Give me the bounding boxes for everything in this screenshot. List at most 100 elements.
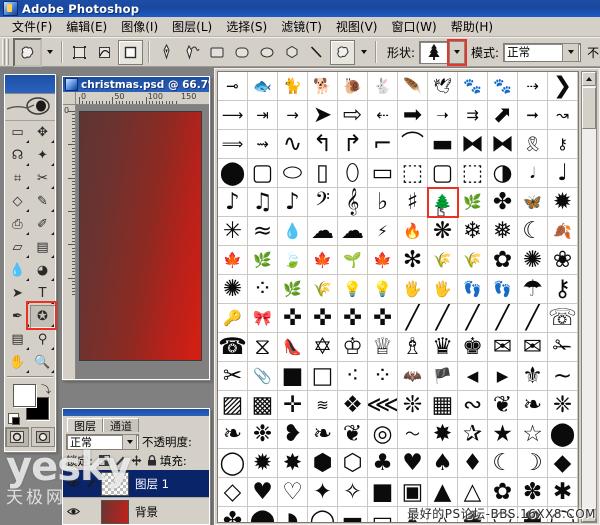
shape-cell-branch-shape[interactable]: 🌾 — [458, 246, 488, 275]
shape-cell-key-2-shape[interactable]: 🔑 — [218, 304, 248, 333]
shape-cell-heart-outline-shape[interactable]: ♡ — [278, 478, 308, 507]
shape-cell-umbrella-shape[interactable]: ☂ — [518, 275, 548, 304]
tool-path-selection-tool-icon[interactable]: ➤ — [5, 282, 30, 305]
shape-cell-award-ribbon-shape[interactable]: 🎗 — [518, 130, 548, 159]
menu-item-help[interactable]: 帮助(H) — [444, 16, 500, 37]
shape-cell-wave-arrow-shape[interactable]: ↝ — [548, 101, 578, 130]
shape-cell-dotted-frame-shape[interactable]: ⬚ — [458, 159, 488, 188]
shape-cell-sun-filled-shape[interactable]: ✹ — [248, 449, 278, 478]
tool-crop-tool-icon[interactable]: ⌗ — [5, 167, 30, 190]
shape-cell-leaf-1-shape[interactable]: 🌿 — [248, 246, 278, 275]
shape-cell-bird-shape[interactable]: 🕊 — [428, 72, 458, 101]
shape-cell-footprint-right-shape[interactable]: 👣 — [488, 275, 518, 304]
shape-cell-dashed-frame-shape[interactable]: ⬚ — [398, 159, 428, 188]
shape-cell-triangle-outline-shape[interactable]: △ — [458, 478, 488, 507]
shape-cell-splatter-shape[interactable]: ⁖ — [338, 362, 368, 391]
shape-cell-ornament-diamond-shape[interactable]: ❖ — [338, 391, 368, 420]
shape-cell-flower-1-shape[interactable]: ✻ — [398, 246, 428, 275]
shape-cell-bass-clef-shape[interactable]: 𝄢 — [308, 188, 338, 217]
line-tool-button[interactable] — [305, 41, 328, 64]
shape-picker-dropdown[interactable] — [447, 38, 468, 66]
shape-cell-footprint-left-shape[interactable]: 👣 — [458, 275, 488, 304]
shape-cell-vine-shape[interactable]: ❧ — [518, 391, 548, 420]
shape-cell-octagon-outline-shape[interactable]: ◯ — [548, 507, 578, 522]
shape-cell-pentagon-arrow-shape[interactable]: ⬈ — [488, 101, 518, 130]
layer-row[interactable]: 背景 — [63, 498, 209, 524]
shape-cell-half-note-shape[interactable]: ♩ — [548, 159, 578, 188]
menu-item-select[interactable]: 选择(S) — [219, 16, 274, 37]
shape-cell-scissors-1-shape[interactable]: ✁ — [548, 333, 578, 362]
shape-cell-high-heel-shape[interactable]: 👠 — [278, 333, 308, 362]
layers-palette-title-bar[interactable] — [63, 409, 209, 416]
shape-cell-solid-triangle-arrow-shape[interactable]: ➤ — [308, 101, 338, 130]
shape-cell-blob-filled-shape[interactable]: ✿ — [488, 478, 518, 507]
tool-custom-shape-tool-icon[interactable]: ✪ — [26, 301, 57, 330]
shape-cell-eighth-note-2-shape[interactable]: ♪ — [278, 188, 308, 217]
shape-swatch[interactable] — [419, 40, 449, 64]
shape-cell-diamond-small-shape[interactable]: ◆ — [548, 449, 578, 478]
eye-icon[interactable] — [65, 507, 81, 516]
shape-cell-feather-shape[interactable]: 🪶 — [398, 72, 428, 101]
shape-cell-tree-shape[interactable]: 🌲 — [427, 187, 459, 218]
shape-cell-leaf-4-shape[interactable]: 🌱 — [338, 246, 368, 275]
pen-tool-button[interactable] — [155, 41, 178, 64]
shape-cell-ornament-tile-2-shape[interactable]: ▩ — [248, 391, 278, 420]
shape-cell-arrow-right-2-shape[interactable]: ⟹ — [218, 130, 248, 159]
tool-brush-tool-icon[interactable]: ✎ — [30, 190, 55, 213]
shape-cell-paw-print-2-shape[interactable]: 🐾 — [488, 72, 518, 101]
shape-cell-quarter-note-shape[interactable]: 𝅘𝅥 — [518, 159, 548, 188]
shape-cell-block-arrow-shape[interactable]: ➡ — [398, 101, 428, 130]
shape-picker-scrollbar[interactable] — [581, 71, 597, 523]
shape-cell-scalloped-circle-outline-shape[interactable]: ◯ — [218, 449, 248, 478]
horizontal-ruler[interactable]: 0 50 100 150 — [76, 92, 209, 105]
shape-cell-ornament-tile-1-shape[interactable]: ▨ — [218, 391, 248, 420]
shape-cell-star-outline-burst-shape[interactable]: ✰ — [458, 420, 488, 449]
shape-cell-rect-frame-shape[interactable]: ▯ — [308, 159, 338, 188]
shape-layers-button[interactable] — [68, 41, 91, 64]
shape-cell-waves-shape[interactable]: ≈ — [248, 217, 278, 246]
shape-cell-thin-arrow-shape[interactable]: ⇢ — [518, 72, 548, 101]
tool-clone-stamp-tool-icon[interactable]: ⎙ — [5, 213, 30, 236]
shape-cell-leaf-2-shape[interactable]: 🍃 — [278, 246, 308, 275]
shape-cell-rect-outline-shape[interactable]: ▭ — [368, 507, 398, 522]
tool-history-brush-tool-icon[interactable]: ✐ — [30, 213, 55, 236]
tool-dodge-tool-icon[interactable]: ◕ — [30, 259, 55, 282]
shape-cell-hourglass-shape[interactable]: ⧖ — [248, 333, 278, 362]
shape-cell-rect-filled-shape[interactable]: ▬ — [338, 507, 368, 522]
shape-cell-line-arrow-1-shape[interactable]: ⟶ — [218, 101, 248, 130]
shape-cell-floral-swirl-shape[interactable]: ❦ — [488, 391, 518, 420]
shape-cell-damask-tile-shape[interactable]: ▦ — [428, 391, 458, 420]
shape-cell-pencil-2-shape[interactable]: ╱ — [428, 304, 458, 333]
shape-cell-circle-filled-2-shape[interactable]: ⬤ — [248, 507, 278, 522]
polygon-tool-button[interactable] — [280, 41, 303, 64]
shape-cell-envelope-filled-shape[interactable]: ✉ — [488, 333, 518, 362]
shape-cell-corner-arrow-shape[interactable]: ⌐ — [368, 130, 398, 159]
menu-item-layer[interactable]: 图层(L) — [165, 16, 219, 37]
custom-shape-tool-button[interactable] — [330, 39, 355, 65]
toolbox-title-bar[interactable] — [5, 75, 55, 94]
shape-cell-paisley-shape[interactable]: ❦ — [338, 420, 368, 449]
shape-cell-asterisk-shape[interactable]: ✱ — [548, 478, 578, 507]
shape-cell-triangle-filled-shape[interactable]: ▲ — [428, 478, 458, 507]
shape-cell-light-bulb-outline-shape[interactable]: 💡 — [368, 275, 398, 304]
menu-item-filter[interactable]: 滤镜(T) — [274, 16, 329, 37]
shape-cell-fire-shape[interactable]: 🔥 — [398, 217, 428, 246]
canvas-area[interactable] — [76, 105, 209, 379]
document-title-bar[interactable]: christmas.psd @ 66.7% — [63, 77, 209, 92]
eye-icon[interactable] — [65, 479, 81, 488]
rectangle-tool-button[interactable] — [205, 41, 228, 64]
layer-thumbnail[interactable] — [101, 471, 129, 496]
shape-cell-clover-shape[interactable]: ✤ — [488, 188, 518, 217]
shape-cell-zigzag-shape[interactable]: 〜 — [398, 420, 428, 449]
shape-cell-beamed-notes-shape[interactable]: ♫ — [248, 188, 278, 217]
shape-cell-bow-shape[interactable]: 🎀 — [248, 304, 278, 333]
shape-cell-pentagon-filled-shape[interactable]: ⬟ — [458, 507, 488, 522]
shape-cell-puzzle-4-shape[interactable]: ✜ — [368, 304, 398, 333]
shape-cell-grass-2-shape[interactable]: 🌾 — [308, 275, 338, 304]
tool-healing-brush-tool-icon[interactable]: ◇ — [5, 190, 30, 213]
shape-cell-filled-square-shape[interactable]: ■ — [278, 362, 308, 391]
shape-cell-crown-2-shape[interactable]: ♛ — [428, 333, 458, 362]
shape-cell-curved-arrow-left-shape[interactable]: ↰ — [308, 130, 338, 159]
shape-cell-plain-arrow-shape[interactable]: → — [278, 101, 308, 130]
tool-move-tool-icon[interactable]: ✥ — [30, 121, 55, 144]
